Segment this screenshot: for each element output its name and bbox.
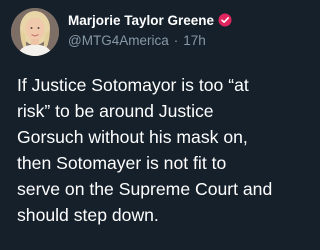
author-handle[interactable]: @MTG4America — [68, 32, 169, 50]
tweet-card[interactable]: Marjorie Taylor Greene @MTG4America · 17h … — [0, 0, 300, 250]
meta-separator: · — [173, 33, 179, 48]
avatar[interactable] — [11, 8, 59, 56]
tweet-text-line: Gorsuch without his mask on, — [17, 127, 248, 147]
tweet-header: Marjorie Taylor Greene @MTG4America · 17h — [68, 11, 292, 50]
tweet-text-line: risk” to be around Justice — [17, 101, 214, 121]
author-name-row: Marjorie Taylor Greene — [68, 11, 292, 29]
tweet-meta: @MTG4America · 17h — [68, 32, 292, 50]
tweet-text-line: serve on the Supreme Court and — [17, 179, 273, 199]
profile-photo-icon — [11, 8, 59, 56]
tweet-timestamp[interactable]: 17h — [183, 32, 206, 50]
tweet-text: If Justice Sotomayor is too “at risk” to… — [17, 72, 297, 228]
tweet-text-line: then Sotomayer is not fit to — [17, 153, 227, 173]
tweet-text-line: should step down. — [17, 205, 159, 225]
verified-badge-icon — [218, 13, 232, 27]
author-display-name[interactable]: Marjorie Taylor Greene — [68, 13, 214, 28]
tweet-text-line: If Justice Sotomayor is too “at — [17, 75, 249, 95]
